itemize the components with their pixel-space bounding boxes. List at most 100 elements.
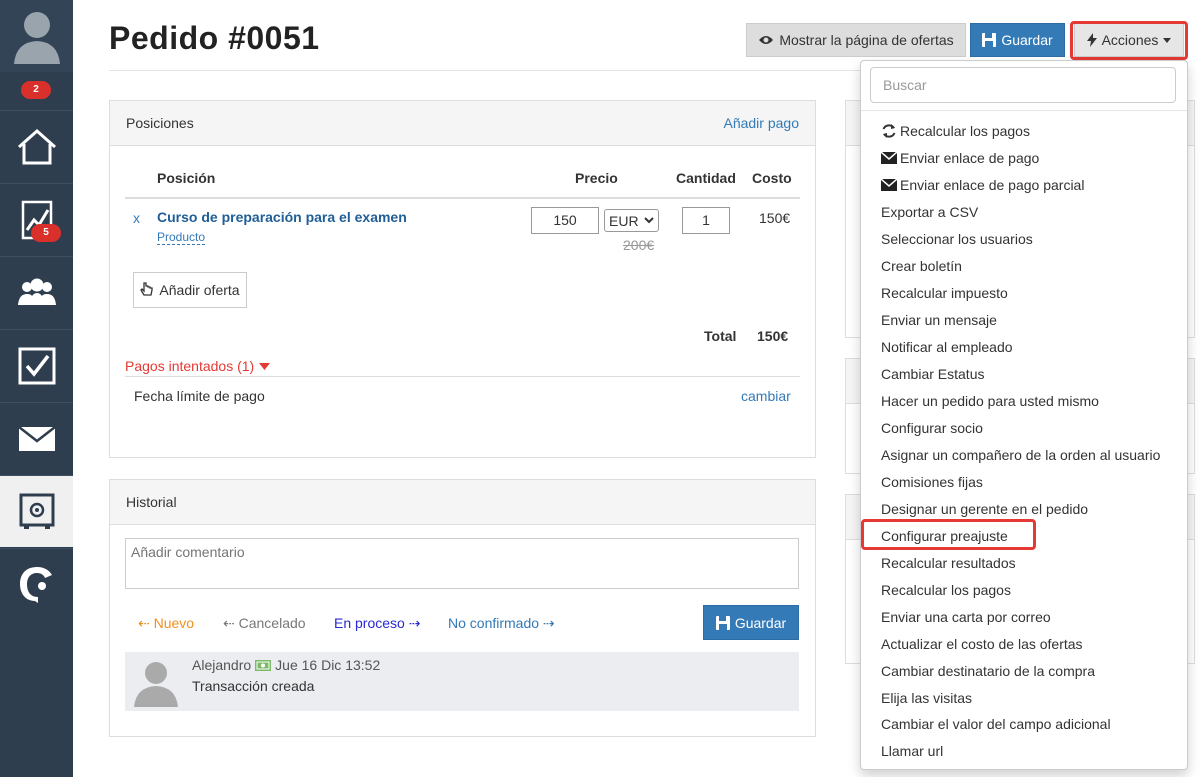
table-header-divider: [125, 197, 800, 199]
floppy-disk-icon: [715, 615, 730, 630]
history-title: Historial: [126, 494, 177, 510]
notifications-badge[interactable]: 2: [21, 81, 51, 99]
sidebar: 2 5: [0, 0, 73, 777]
status-cancelled-label: Cancelado: [238, 615, 306, 631]
menu-item-send-letter[interactable]: Enviar una carta por correo: [881, 607, 1051, 627]
add-offer-button[interactable]: Añadir oferta: [133, 272, 247, 308]
home-icon: [17, 128, 56, 164]
show-offers-label: Mostrar la página de ofertas: [779, 32, 954, 48]
positions-panel-header: Posiciones Añadir pago: [110, 101, 815, 146]
menu-item-label: Enviar enlace de pago: [900, 150, 1040, 166]
attempted-payments-label: Pagos intentados (1): [125, 358, 255, 374]
sidebar-item-users[interactable]: [0, 256, 73, 328]
status-in-process-label: En proceso: [334, 615, 405, 631]
status-new-button[interactable]: ⇠ Nuevo: [138, 615, 194, 632]
sidebar-item-brand[interactable]: [0, 548, 73, 620]
configure-preset-highlight: [861, 519, 1036, 550]
actions-search-input[interactable]: Buscar: [870, 67, 1176, 103]
menu-item-notify-employee[interactable]: Notificar al empleado: [881, 337, 1013, 357]
arrow-right-icon: ⇢: [539, 615, 555, 631]
sidebar-item-mail[interactable]: [0, 402, 73, 474]
item-type-link[interactable]: Producto: [157, 230, 206, 245]
sidebar-item-safe[interactable]: [0, 475, 73, 547]
menu-item-recalc-results[interactable]: Recalcular resultados: [881, 553, 1016, 573]
eye-icon: [759, 36, 774, 44]
status-unconfirmed-button[interactable]: No confirmado ⇢: [448, 615, 555, 632]
sidebar-item-home[interactable]: [0, 110, 73, 182]
chevron-down-icon: [644, 217, 654, 224]
sidebar-item-analytics[interactable]: [0, 183, 73, 255]
history-entry-date: Jue 16 Dic 13:52: [275, 657, 381, 673]
menu-item-send-payment-link[interactable]: Enviar enlace de pago: [881, 148, 1039, 168]
payment-divider: [125, 376, 800, 377]
item-name-link[interactable]: Curso de preparación para el examen: [157, 209, 407, 225]
menu-item-assign-order-partner[interactable]: Asignar un compañero de la orden al usua…: [881, 445, 1160, 465]
col-header-position: Posición: [157, 170, 216, 186]
total-value: 150€: [757, 328, 789, 344]
history-entry-meta: Alejandro Jue 16 Dic 13:52: [192, 657, 380, 673]
page-title: Pedido #0051: [109, 20, 320, 56]
menu-item-fixed-commissions[interactable]: Comisiones fijas: [881, 472, 983, 492]
status-new-label: Nuevo: [153, 615, 195, 631]
refresh-icon: [882, 124, 896, 138]
status-cancelled-button[interactable]: ⇠ Cancelado: [223, 615, 306, 632]
menu-item-order-for-self[interactable]: Hacer un pedido para usted mismo: [881, 391, 1099, 411]
users-icon: [17, 278, 56, 305]
due-date-label: Fecha límite de pago: [134, 388, 265, 404]
floppy-disk-icon: [982, 33, 997, 47]
add-payment-link[interactable]: Añadir pago: [723, 115, 799, 131]
menu-item-recalc-payments-2[interactable]: Recalcular los pagos: [881, 580, 1011, 600]
arrow-right-icon: ⇢: [404, 615, 421, 631]
user-avatar[interactable]: [0, 0, 73, 72]
menu-item-export-csv[interactable]: Exportar a CSV: [881, 202, 978, 222]
menu-item-change-extra-field[interactable]: Cambiar el valor del campo adicional: [881, 714, 1111, 734]
caret-down-icon: [259, 362, 271, 370]
price-input[interactable]: 150: [531, 207, 599, 234]
history-save-label: Guardar: [734, 614, 787, 631]
currency-select[interactable]: EUR: [604, 209, 659, 232]
quantity-input[interactable]: 1: [682, 207, 730, 234]
comment-input[interactable]: [125, 538, 799, 589]
arrow-left-icon: ⇠: [223, 615, 239, 631]
menu-item-create-newsletter[interactable]: Crear boletín: [881, 256, 962, 276]
currency-value: EUR: [609, 212, 639, 229]
history-entry-text: Transacción creada: [192, 678, 315, 694]
avatar: [134, 662, 178, 707]
status-in-process-button[interactable]: En proceso ⇢: [334, 615, 420, 632]
envelope-icon: [17, 425, 56, 451]
item-cost: 150€: [759, 210, 791, 226]
menu-item-label: Enviar enlace de pago parcial: [900, 177, 1085, 193]
sidebar-item-tasks[interactable]: [0, 329, 73, 401]
dropdown-divider: [861, 110, 1187, 111]
attempted-payments-toggle[interactable]: Pagos intentados (1): [125, 358, 271, 374]
menu-item-label: Recalcular los pagos: [900, 123, 1030, 139]
menu-item-recalc-tax[interactable]: Recalcular impuesto: [881, 283, 1008, 303]
col-header-price: Precio: [575, 170, 618, 186]
menu-item-change-recipient[interactable]: Cambiar destinatario de la compra: [881, 661, 1095, 681]
menu-item-select-users[interactable]: Seleccionar los usuarios: [881, 229, 1033, 249]
menu-item-recalc-payments[interactable]: Recalcular los pagos: [881, 121, 1030, 141]
menu-item-configure-partner[interactable]: Configurar socio: [881, 418, 983, 438]
arrow-left-icon: ⇠: [138, 615, 154, 631]
menu-item-choose-visits[interactable]: Elija las visitas: [881, 688, 972, 708]
menu-item-assign-manager[interactable]: Designar un gerente en el pedido: [881, 499, 1088, 519]
save-button[interactable]: Guardar: [970, 23, 1065, 57]
menu-item-send-message[interactable]: Enviar un mensaje: [881, 310, 997, 330]
menu-item-update-offer-cost[interactable]: Actualizar el costo de las ofertas: [881, 634, 1083, 654]
menu-item-send-partial-payment-link[interactable]: Enviar enlace de pago parcial: [881, 175, 1084, 195]
history-entry-author: Alejandro: [192, 657, 252, 673]
envelope-icon: [881, 152, 897, 164]
old-price: 200€: [623, 237, 655, 253]
remove-item-button[interactable]: x: [133, 210, 140, 226]
menu-item-call-url[interactable]: Llamar url: [881, 741, 943, 761]
history-save-button[interactable]: Guardar: [703, 605, 799, 640]
money-icon: [255, 659, 272, 671]
analytics-badge[interactable]: 5: [31, 224, 61, 242]
change-due-date-link[interactable]: cambiar: [741, 388, 791, 404]
show-offers-button[interactable]: Mostrar la página de ofertas: [746, 23, 966, 57]
col-header-quantity: Cantidad: [676, 170, 736, 186]
actions-dropdown-menu: Buscar Recalcular los pagos Enviar enlac…: [860, 60, 1188, 770]
save-label: Guardar: [1001, 32, 1053, 48]
menu-item-change-status[interactable]: Cambiar Estatus: [881, 364, 984, 384]
actions-highlight: [1070, 21, 1188, 60]
